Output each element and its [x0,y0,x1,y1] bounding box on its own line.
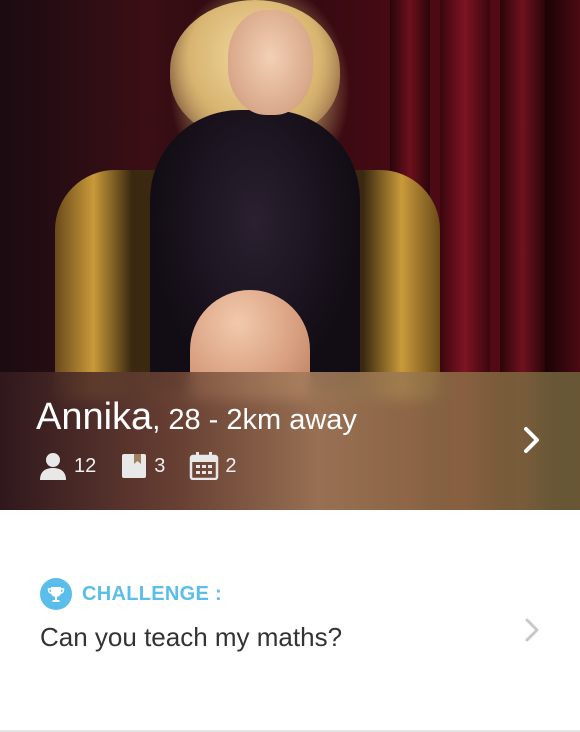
profile-headline: Annika, 28 - 2km away [36,396,357,439]
photo-face [228,10,313,115]
stat-events-count: 2 [225,454,237,477]
profile-details: , 28 - 2km away [152,404,357,436]
profile-photo[interactable]: Annika, 28 - 2km away 12 3 2 [0,0,580,510]
stat-courses-count: 3 [154,454,166,477]
profile-card[interactable]: Annika, 28 - 2km away 12 3 2 CHALLENGE:… [0,0,580,732]
profile-stats: 12 3 2 [38,452,261,480]
challenge-text: Can you teach my maths? [40,622,343,652]
challenge-label: CHALLENGE : [82,582,222,605]
chevron-right-icon[interactable] [524,616,540,644]
stat-events: 2 [189,452,237,480]
calendar-icon [190,452,219,480]
book-icon [122,454,147,478]
challenge-section[interactable]: CHALLENGE : Can you teach my maths? [0,510,580,732]
stat-friends-count: 12 [74,454,97,477]
trophy-icon [40,578,72,610]
stat-friends: 12 [38,452,96,480]
chevron-right-icon[interactable] [522,426,542,454]
person-icon [40,453,66,480]
challenge-header: CHALLENGE : [40,578,222,610]
profile-info-overlay[interactable]: Annika, 28 - 2km away 12 3 2 [0,372,580,510]
profile-name: Annika [36,396,153,438]
stat-courses: 3 [120,452,165,480]
